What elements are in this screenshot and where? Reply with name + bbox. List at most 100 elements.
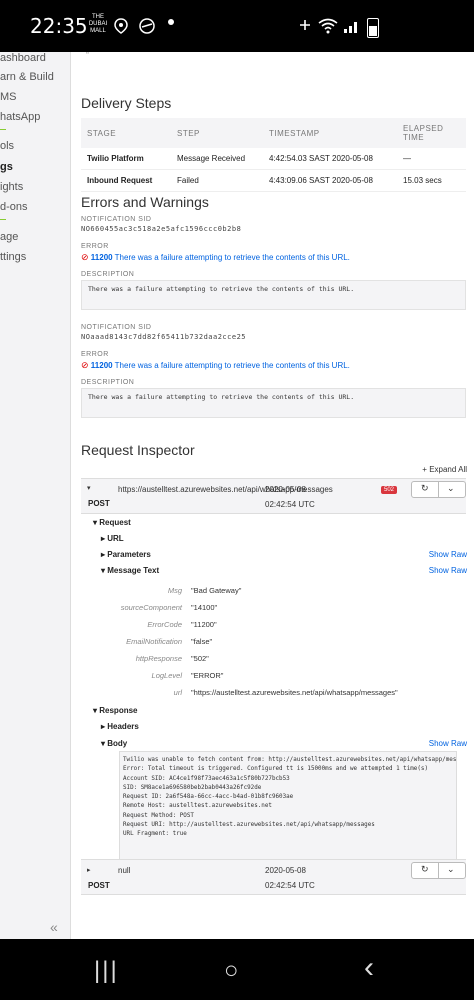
cut-off-text: “: [86, 52, 89, 60]
error-message-link[interactable]: There was a failure attempting to retrie…: [115, 361, 350, 370]
column-header-step: STEP: [171, 118, 263, 148]
sidebar-item-insights[interactable]: ights: [0, 181, 23, 193]
message-text-section-label: Message Text: [107, 566, 160, 575]
kv-row: Msg "Bad Gateway": [70, 586, 474, 596]
add-ons-beta-mark: [0, 215, 6, 220]
body-line: Request URI: http://austelltest.azureweb…: [123, 822, 375, 829]
body-line: URL Fragment: true: [123, 831, 187, 838]
column-header-elapsed: ELAPSED TIME: [397, 118, 466, 148]
error-message-link[interactable]: There was a failure attempting to retrie…: [115, 253, 350, 262]
kv-key: Msg: [167, 586, 182, 595]
main-content: “ Delivery Steps STAGE STEP TIMESTAMP EL…: [70, 52, 474, 939]
sidebar-item-usage[interactable]: age: [0, 231, 18, 243]
request-method: POST: [88, 499, 110, 508]
expand-all-button[interactable]: + Expand All: [422, 465, 467, 474]
request-section-toggle[interactable]: ▾ Request: [93, 518, 131, 527]
recent-apps-button[interactable]: |||: [94, 957, 119, 985]
kv-key: LogLevel: [151, 671, 182, 680]
location-icon: [114, 18, 128, 37]
response-section-toggle[interactable]: ▾ Response: [93, 706, 137, 715]
replay-icon[interactable]: ↻: [421, 483, 429, 494]
headers-section-toggle[interactable]: ▸ Headers: [101, 722, 139, 731]
sidebar-item-logs[interactable]: gs: [0, 161, 13, 173]
body-line: Request ID: 2a6f548a-66cc-4acc-b4ad-01b8…: [123, 794, 294, 801]
error-label: ERROR: [81, 351, 109, 358]
clock: 22:35: [30, 14, 88, 38]
sidebar-item-tools[interactable]: ols: [0, 140, 14, 152]
kv-row: ErrorCode "11200": [70, 620, 474, 630]
error-code-link[interactable]: 11200: [91, 253, 113, 262]
elapsed-cell: —: [397, 148, 466, 170]
delivery-steps-table: STAGE STEP TIMESTAMP ELAPSED TIME Twilio…: [81, 118, 466, 192]
body-section-toggle[interactable]: ▾ Body: [101, 739, 127, 748]
home-button[interactable]: ○: [224, 957, 239, 985]
message-text-section-toggle[interactable]: ▾ Message Text: [101, 566, 159, 575]
whatsapp-beta-mark: [0, 125, 6, 130]
stage-cell: Inbound Request: [81, 169, 171, 192]
chevron-down-icon[interactable]: ⌄: [447, 864, 455, 875]
battery-icon: [367, 18, 379, 38]
error-label: ERROR: [81, 243, 109, 250]
chevron-down-icon[interactable]: ⌄: [447, 483, 455, 494]
description-box: There was a failure attempting to retrie…: [81, 280, 466, 310]
column-header-timestamp: TIMESTAMP: [263, 118, 397, 148]
step-cell: Failed: [171, 169, 263, 192]
sidebar-item-dashboard[interactable]: ashboard: [0, 52, 46, 64]
parameters-section-label: Parameters: [107, 550, 151, 559]
kv-value: "502": [191, 654, 209, 663]
notification-dot: [168, 19, 174, 25]
collapse-sidebar-icon[interactable]: «: [50, 919, 58, 935]
sidebar-item-add-ons[interactable]: d-ons: [0, 201, 28, 213]
show-raw-message-text-link[interactable]: Show Raw: [429, 566, 467, 575]
body-line: Remote Host: austelltest.azurewebsites.n…: [123, 803, 272, 810]
status-badge: 502: [381, 486, 398, 494]
notification-sid-label: NOTIFICATION SID: [81, 324, 152, 331]
body-line: Request Method: POST: [123, 812, 194, 819]
expand-arrow-icon[interactable]: ▸: [87, 866, 91, 874]
request-date: 2020-05-08: [265, 866, 306, 875]
kv-key: httpResponse: [135, 654, 182, 663]
timestamp-cell: 4:43:09.06 SAST 2020-05-08: [263, 169, 397, 192]
back-button[interactable]: ‹: [364, 951, 374, 985]
request-time: 02:42:54 UTC: [265, 500, 315, 509]
collapse-arrow-icon[interactable]: ▾: [87, 484, 91, 492]
error-code-link[interactable]: 11200: [91, 361, 113, 370]
request-method: POST: [88, 881, 110, 890]
delivery-steps-title: Delivery Steps: [81, 95, 172, 111]
brand-logo: THE DUBAI MALL: [88, 14, 108, 34]
description-label: DESCRIPTION: [81, 379, 135, 386]
kv-value: "https://austelltest.azurewebsites.net/a…: [191, 688, 398, 697]
column-header-stage: STAGE: [81, 118, 171, 148]
error-icon: ⊘: [81, 360, 89, 370]
request-section-label: Request: [99, 518, 131, 527]
body-section-label: Body: [107, 739, 128, 748]
show-raw-parameters-link[interactable]: Show Raw: [429, 550, 467, 559]
notification-sid-value: NOaaad8143c7dd82f65411b732daa2cce25: [81, 333, 247, 341]
url-section-toggle[interactable]: ▸ URL: [101, 534, 124, 543]
kv-key: EmailNotification: [126, 637, 182, 646]
elapsed-cell: 15.03 secs: [397, 169, 466, 192]
request-row[interactable]: ▸ null 2020-05-08 POST 02:42:54 UTC ↻ ⌄: [81, 859, 466, 895]
url-section-label: URL: [107, 534, 124, 543]
sidebar-item-sms[interactable]: MS: [0, 91, 17, 103]
sidebar-item-settings[interactable]: ttings: [0, 251, 26, 263]
request-date: 2020-05-08: [265, 485, 306, 494]
mute-icon: [298, 18, 312, 35]
sidebar-item-whatsapp[interactable]: hatsApp: [0, 111, 40, 123]
voicemail-icon: [138, 18, 156, 37]
show-raw-body-link[interactable]: Show Raw: [429, 739, 467, 748]
body-line: Error: Total timeout is triggered. Confi…: [123, 766, 428, 773]
request-row[interactable]: ▾ https://austelltest.azurewebsites.net/…: [81, 478, 466, 514]
request-url: null: [118, 866, 131, 875]
sidebar-item-learn-build[interactable]: arn & Build: [0, 71, 54, 83]
parameters-section-toggle[interactable]: ▸ Parameters: [101, 550, 151, 559]
kv-value: "11200": [191, 620, 217, 629]
description-label: DESCRIPTION: [81, 271, 135, 278]
system-nav-bar: ||| ○ ‹: [0, 939, 474, 1000]
kv-row: sourceComponent "14100": [70, 603, 474, 613]
table-header-row: STAGE STEP TIMESTAMP ELAPSED TIME: [81, 118, 466, 148]
replay-icon[interactable]: ↻: [421, 864, 429, 875]
timestamp-cell: 4:42:54.03 SAST 2020-05-08: [263, 148, 397, 170]
kv-value: "ERROR": [191, 671, 224, 680]
errors-title: Errors and Warnings: [81, 194, 209, 210]
